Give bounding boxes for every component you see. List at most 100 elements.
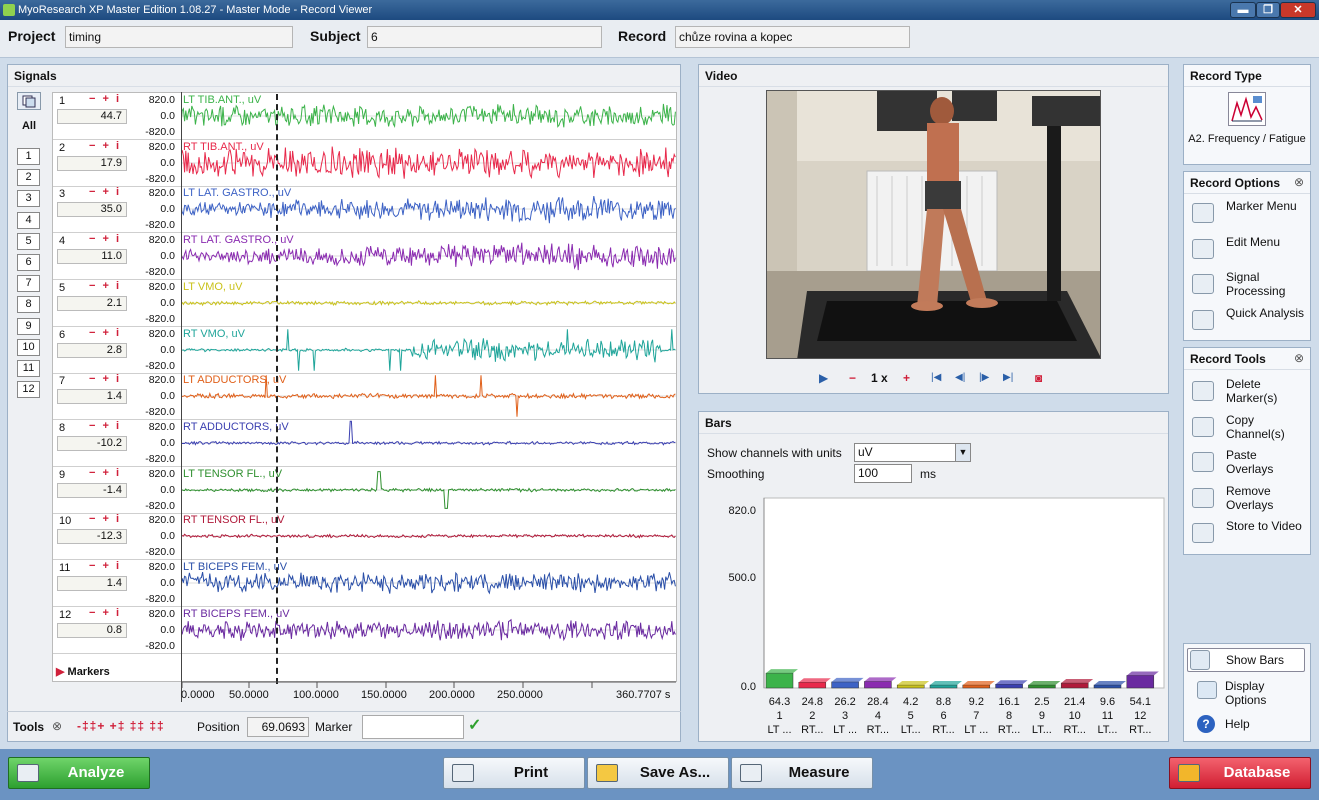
subject-field[interactable]: 6 <box>367 26 602 48</box>
emg-trace[interactable]: LT LAT. GASTRO., uV <box>180 186 676 232</box>
last-frame-icon[interactable]: ▶| <box>1003 369 1013 387</box>
collapse-icon[interactable]: ⊗ <box>1294 175 1304 189</box>
analyze-button[interactable]: Analyze <box>8 757 150 789</box>
record-options-item-quick-analysis[interactable]: Quick Analysis <box>1188 306 1306 340</box>
channel-controls[interactable]: − + i <box>89 140 121 152</box>
channel-number: 9 <box>59 469 66 481</box>
record-tools-item-paste-overlays[interactable]: Paste Overlays <box>1188 448 1306 482</box>
maximize-button[interactable]: ❐ <box>1256 2 1280 18</box>
channel-controls[interactable]: − + i <box>89 420 121 432</box>
print-button[interactable]: Print <box>443 757 585 789</box>
position-field[interactable]: 69.0693 <box>247 717 309 737</box>
bar-channel: 3 <box>842 710 849 722</box>
all-channels-button[interactable]: All <box>17 120 41 136</box>
channel-controls[interactable]: − + i <box>89 233 121 245</box>
emg-trace[interactable]: LT VMO, uV <box>180 280 676 326</box>
faster-button[interactable]: + <box>903 369 910 387</box>
channels-icon[interactable] <box>17 92 41 110</box>
channel-button-10[interactable]: 10 <box>17 339 40 356</box>
channel-button-2[interactable]: 2 <box>17 169 40 186</box>
channel-button-11[interactable]: 11 <box>17 360 40 377</box>
channel-controls[interactable]: − + i <box>89 607 121 619</box>
bar[interactable] <box>798 682 827 689</box>
channel-button-1[interactable]: 1 <box>17 148 40 165</box>
first-frame-icon[interactable]: |◀ <box>931 369 941 387</box>
play-icon[interactable]: ▶ <box>819 369 828 387</box>
bar[interactable] <box>1028 684 1056 689</box>
emg-trace[interactable]: RT VMO, uV <box>180 327 676 373</box>
units-select[interactable]: uV ▼ <box>854 443 971 462</box>
emg-trace[interactable]: RT TIB.ANT., uV <box>180 140 676 186</box>
record-tools-item-remove-overlays[interactable]: Remove Overlays <box>1188 484 1306 518</box>
close-button[interactable]: ✕ <box>1280 2 1316 18</box>
video-frame[interactable] <box>766 90 1101 359</box>
record-tools-item-delete-marker-s[interactable]: Delete Marker(s) <box>1188 377 1306 411</box>
channel-button-4[interactable]: 4 <box>17 212 40 229</box>
emg-trace[interactable]: RT ADDUCTORS, uV <box>180 420 676 466</box>
record-tools-item-store-to-video[interactable]: Store to Video <box>1188 519 1306 553</box>
channel-controls[interactable]: − + i <box>89 560 121 572</box>
channel-button-8[interactable]: 8 <box>17 296 40 313</box>
channel-controls[interactable]: − + i <box>89 373 121 385</box>
channel-controls[interactable]: − + i <box>89 93 121 105</box>
item-label: Edit Menu <box>1226 234 1281 249</box>
bar[interactable] <box>831 681 859 689</box>
slower-button[interactable]: − <box>849 369 856 387</box>
emg-trace[interactable]: LT BICEPS FEM., uV <box>180 560 676 606</box>
record-options-item-edit-menu[interactable]: Edit Menu <box>1188 235 1306 269</box>
measure-button[interactable]: Measure <box>731 757 873 789</box>
video-settings-icon[interactable]: ◙ <box>1035 369 1042 387</box>
channel-controls[interactable]: − + i <box>89 327 121 339</box>
y-tick: 820.0 <box>728 505 756 517</box>
record-field[interactable]: chůze rovina a kopec <box>675 26 910 48</box>
zoom-tools-icons[interactable]: -‡‡+ +‡ ‡‡ ‡‡ <box>77 719 165 734</box>
bar[interactable] <box>1126 675 1155 689</box>
record-options-item-signal-processing[interactable]: Signal Processing <box>1188 270 1306 304</box>
emg-trace[interactable]: LT TENSOR FL., uV <box>180 467 676 513</box>
step-forward-icon[interactable]: |▶ <box>979 369 989 387</box>
marker-input[interactable] <box>362 715 464 739</box>
bar[interactable] <box>995 684 1023 689</box>
emg-trace[interactable]: LT ADDUCTORS, uV <box>180 373 676 419</box>
channel-button-3[interactable]: 3 <box>17 190 40 207</box>
emg-trace[interactable]: RT TENSOR FL., uV <box>180 513 676 559</box>
help-button[interactable]: ? Help <box>1187 714 1305 736</box>
minimize-button[interactable]: ▬ <box>1230 2 1256 18</box>
bar[interactable] <box>1060 682 1089 689</box>
bar[interactable] <box>929 684 958 689</box>
bar[interactable] <box>1093 684 1122 689</box>
confirm-check-icon[interactable]: ✓ <box>468 718 481 734</box>
bar[interactable] <box>765 672 794 689</box>
collapse-icon[interactable]: ⊗ <box>1294 351 1304 365</box>
smoothing-field[interactable]: 100 <box>854 464 912 483</box>
bar[interactable] <box>864 681 892 689</box>
save-as-button[interactable]: Save As... <box>587 757 729 789</box>
bar[interactable] <box>896 684 925 689</box>
record-options-item-marker-menu[interactable]: Marker Menu <box>1188 199 1306 233</box>
chevron-down-icon[interactable]: ▼ <box>955 444 970 461</box>
position-cursor[interactable] <box>276 94 278 684</box>
channel-button-7[interactable]: 7 <box>17 275 40 292</box>
channel-controls[interactable]: − + i <box>89 467 121 479</box>
frequency-fatigue-icon[interactable] <box>1228 92 1266 126</box>
channel-button-5[interactable]: 5 <box>17 233 40 250</box>
channel-controls[interactable]: − + i <box>89 186 121 198</box>
project-field[interactable]: timing <box>65 26 293 48</box>
step-back-icon[interactable]: ◀| <box>955 369 965 387</box>
show-bars-button[interactable]: Show Bars <box>1187 648 1305 672</box>
channel-number: 4 <box>59 235 66 247</box>
emg-trace[interactable]: RT LAT. GASTRO., uV <box>180 233 676 279</box>
collapse-icon[interactable]: ⊗ <box>52 719 62 734</box>
emg-trace[interactable]: LT TIB.ANT., uV <box>180 93 676 139</box>
emg-trace[interactable]: RT BICEPS FEM., uV <box>180 607 676 653</box>
channel-controls[interactable]: − + i <box>89 513 121 525</box>
channel-button-9[interactable]: 9 <box>17 318 40 335</box>
channel-controls[interactable]: − + i <box>89 280 121 292</box>
record-tools-item-copy-channel-s[interactable]: Copy Channel(s) <box>1188 413 1306 447</box>
channel-button-12[interactable]: 12 <box>17 381 40 398</box>
bar[interactable] <box>962 684 991 689</box>
display-options-button[interactable]: Display Options <box>1187 678 1305 708</box>
channel-button-6[interactable]: 6 <box>17 254 40 271</box>
markers-row[interactable]: ▶ Markers <box>53 664 180 682</box>
database-button[interactable]: Database <box>1169 757 1311 789</box>
